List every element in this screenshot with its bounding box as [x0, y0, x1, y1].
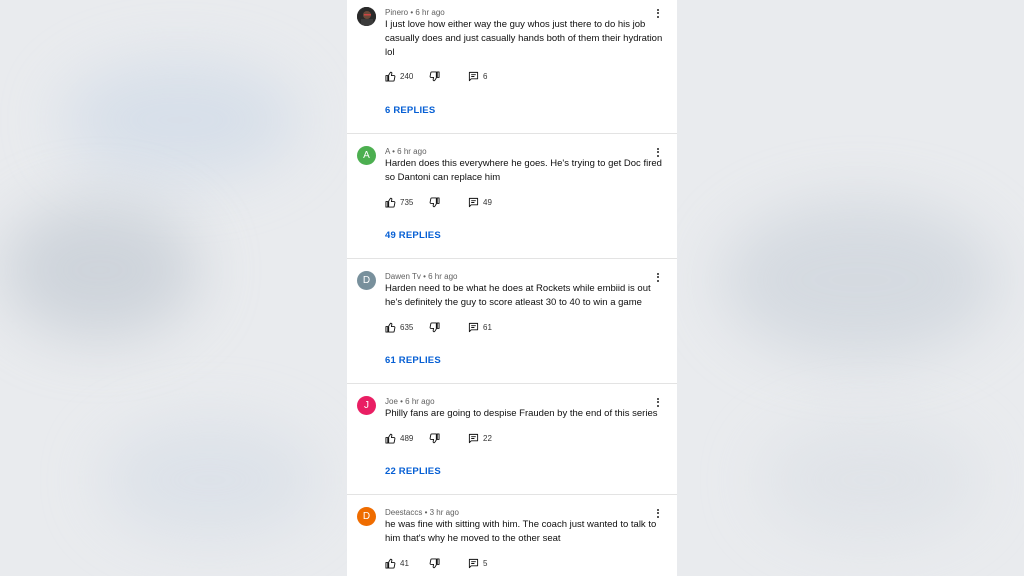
divider [347, 133, 677, 134]
reply-button[interactable]: 5 [468, 557, 487, 569]
avatar[interactable]: A [357, 146, 376, 165]
author-name[interactable]: Pinero [385, 8, 408, 17]
thumbs-up-icon [385, 71, 396, 82]
thumbs-down-icon [429, 432, 440, 443]
reply-button[interactable]: 6 [468, 70, 487, 82]
timestamp: 6 hr ago [415, 8, 445, 17]
like-count: 41 [400, 558, 409, 568]
comment-icon [468, 322, 479, 332]
reply-count: 22 [483, 433, 492, 443]
background-blur [60, 60, 300, 180]
dislike-button[interactable] [429, 70, 440, 82]
more-options-icon[interactable] [653, 507, 663, 521]
comment-text: Harden need to be what he does at Rocket… [385, 283, 651, 308]
comment-actions: 635 61 [385, 321, 585, 335]
thumbs-up-icon [385, 433, 396, 444]
separator: • [422, 508, 430, 517]
avatar[interactable] [357, 7, 376, 26]
comment-icon [468, 558, 479, 568]
reply-count: 5 [483, 558, 488, 568]
comment-text: I just love how either way the guy whos … [385, 19, 663, 58]
reply-count: 61 [483, 322, 492, 332]
comment-meta: Joe • 6 hr ago [385, 397, 435, 406]
reply-button[interactable]: 61 [468, 321, 492, 333]
divider [347, 258, 677, 259]
background-blur [100, 420, 320, 540]
thumbs-down-icon [429, 196, 440, 207]
reply-count: 49 [483, 197, 492, 207]
comment-actions: 735 49 [385, 196, 585, 210]
author-name[interactable]: Deestaccs [385, 508, 422, 517]
view-replies-button[interactable]: 49 REPLIES [385, 230, 441, 241]
more-options-icon[interactable] [653, 7, 663, 21]
reply-button[interactable]: 22 [468, 432, 492, 444]
comment-actions: 240 6 [385, 70, 585, 84]
reply-count: 6 [483, 71, 488, 81]
comment-meta: Pinero • 6 hr ago [385, 8, 445, 17]
background-blur [720, 200, 1000, 360]
like-count: 489 [400, 433, 414, 443]
thumbs-down-icon [429, 557, 440, 568]
comment-meta: Dawen Tv • 6 hr ago [385, 272, 457, 281]
like-button[interactable]: 240 [385, 70, 413, 82]
divider [347, 383, 677, 384]
comment-text: he was fine with sitting with him. The c… [385, 519, 657, 544]
like-button[interactable]: 635 [385, 321, 413, 333]
dislike-button[interactable] [429, 432, 440, 444]
comment-icon [468, 197, 479, 207]
like-button[interactable]: 41 [385, 557, 409, 569]
dislike-button[interactable] [429, 557, 440, 569]
timestamp: 6 hr ago [428, 272, 458, 281]
more-options-icon[interactable] [653, 396, 663, 410]
divider [347, 494, 677, 495]
thumbs-down-icon [429, 321, 440, 332]
view-replies-button[interactable]: 6 REPLIES [385, 105, 435, 116]
background-blur [760, 420, 980, 540]
thumbs-up-icon [385, 322, 396, 333]
comments-panel: Pinero • 6 hr ago I just love how either… [347, 0, 677, 576]
more-options-icon[interactable] [653, 146, 663, 160]
like-count: 735 [400, 197, 414, 207]
timestamp: 6 hr ago [397, 147, 427, 156]
avatar[interactable]: D [357, 507, 376, 526]
comment-icon [468, 433, 479, 443]
avatar[interactable]: J [357, 396, 376, 415]
thumbs-up-icon [385, 558, 396, 569]
background-blur [0, 200, 200, 340]
like-count: 240 [400, 71, 414, 81]
like-button[interactable]: 735 [385, 196, 413, 208]
timestamp: 3 hr ago [429, 508, 459, 517]
comment-actions: 489 22 [385, 432, 585, 446]
like-button[interactable]: 489 [385, 432, 413, 444]
reply-button[interactable]: 49 [468, 196, 492, 208]
avatar-image-icon [357, 7, 376, 26]
author-name[interactable]: Dawen Tv [385, 272, 421, 281]
comment-icon [468, 71, 479, 81]
comment-text: Philly fans are going to despise Frauden… [385, 408, 658, 419]
timestamp: 6 hr ago [405, 397, 435, 406]
comment-text: Harden does this everywhere he goes. He'… [385, 158, 662, 183]
thumbs-down-icon [429, 70, 440, 81]
comment-meta: A • 6 hr ago [385, 147, 427, 156]
comment-actions: 41 5 [385, 557, 585, 571]
more-options-icon[interactable] [653, 271, 663, 285]
avatar[interactable]: D [357, 271, 376, 290]
view-replies-button[interactable]: 61 REPLIES [385, 355, 441, 366]
author-name[interactable]: Joe [385, 397, 398, 406]
like-count: 635 [400, 322, 414, 332]
dislike-button[interactable] [429, 196, 440, 208]
thumbs-up-icon [385, 197, 396, 208]
dislike-button[interactable] [429, 321, 440, 333]
comment-meta: Deestaccs • 3 hr ago [385, 508, 459, 517]
view-replies-button[interactable]: 22 REPLIES [385, 466, 441, 477]
